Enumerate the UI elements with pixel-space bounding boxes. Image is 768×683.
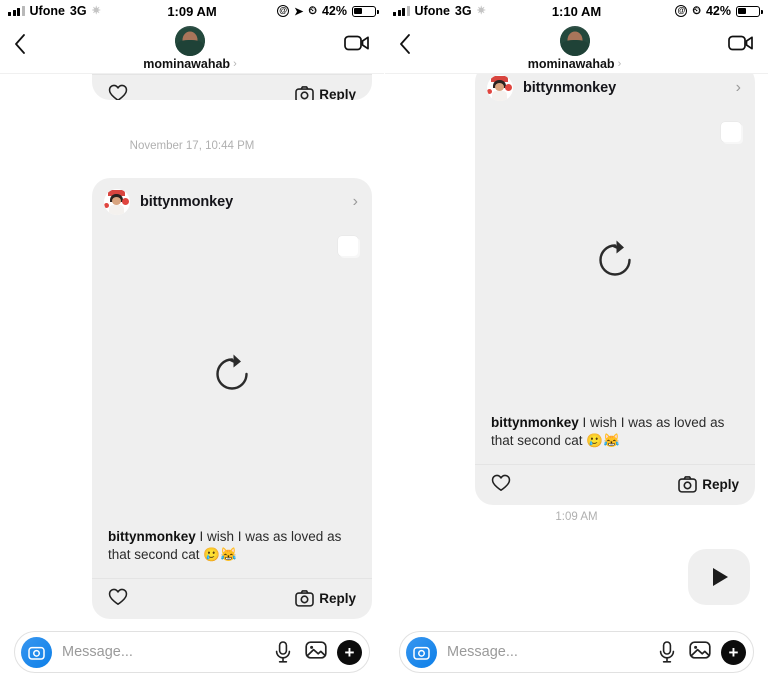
message-input[interactable]	[447, 644, 647, 660]
message-composer: +	[0, 621, 384, 683]
message-feed[interactable]: bittynmonkey › bittynmonkey I wish I was…	[385, 74, 768, 621]
post-author-avatar[interactable]	[487, 75, 513, 101]
video-camera-icon[interactable]	[340, 26, 370, 52]
phone-screen-left: Ufone 3G ✷ 1:09 AM @ ➤ ⏲ 42% mominawahab…	[0, 0, 384, 683]
post-actions: Reply	[92, 578, 372, 619]
message-timestamp: 1:09 AM	[555, 511, 598, 523]
reload-icon[interactable]	[593, 238, 637, 282]
message-timestamp: November 17, 10:44 PM	[129, 140, 255, 152]
post-caption: bittynmonkey I wish I was as loved as th…	[475, 410, 755, 464]
previous-post-card-partial[interactable]: Reply	[92, 74, 372, 100]
video-message-bubble[interactable]	[688, 549, 750, 605]
avatar[interactable]	[175, 26, 205, 56]
conversation-title[interactable]: mominawahab ›	[40, 26, 340, 71]
camera-icon	[295, 85, 315, 100]
post-author-avatar[interactable]	[104, 189, 130, 215]
composer-pill[interactable]: +	[399, 631, 754, 673]
chevron-right-icon: ›	[617, 58, 622, 70]
status-bar-clock: 1:09 AM	[167, 3, 217, 19]
username-row[interactable]: mominawahab ›	[143, 57, 237, 71]
heart-icon[interactable]	[108, 588, 128, 608]
caption-author: bittynmonkey	[491, 415, 579, 430]
add-button[interactable]: +	[337, 639, 362, 665]
play-icon[interactable]	[713, 568, 728, 586]
status-bar: Ufone 3G ✷ 1:09 AM @ ➤ ⏲ 42%	[0, 0, 384, 22]
message-composer: +	[385, 621, 768, 683]
chevron-right-icon[interactable]: ›	[353, 193, 360, 211]
battery-icon	[736, 5, 763, 17]
dual-screenshot-container: Ufone 3G ✷ 1:09 AM @ ➤ ⏲ 42% mominawahab…	[0, 0, 768, 683]
chevron-right-icon[interactable]: ›	[736, 79, 743, 97]
username-row[interactable]: mominawahab ›	[528, 57, 622, 71]
photo-icon[interactable]	[689, 640, 711, 664]
navigation-bar: mominawahab ›	[385, 22, 768, 74]
post-actions: Reply	[92, 74, 372, 100]
reply-label: Reply	[319, 86, 356, 101]
microphone-icon[interactable]	[273, 640, 295, 664]
battery-icon	[352, 5, 379, 17]
microphone-icon[interactable]	[657, 640, 679, 664]
reply-button[interactable]: Reply	[295, 590, 356, 607]
white-square-button[interactable]	[338, 236, 358, 256]
reply-button[interactable]: Reply	[678, 476, 739, 493]
reload-icon[interactable]	[210, 352, 254, 396]
reply-label: Reply	[319, 590, 356, 606]
heart-icon[interactable]	[491, 474, 511, 494]
camera-icon	[678, 476, 698, 493]
navigation-bar: mominawahab ›	[0, 22, 384, 74]
shared-post-card[interactable]: bittynmonkey › bittynmonkey I wish I was…	[92, 178, 372, 620]
message-input[interactable]	[62, 644, 263, 660]
back-chevron-icon[interactable]	[399, 26, 425, 59]
phone-screen-right: Ufone 3G ✷ 1:10 AM @ ⏲ 42% mominawahab ›…	[384, 0, 768, 683]
white-square-button[interactable]	[721, 122, 741, 142]
photo-icon[interactable]	[305, 640, 327, 664]
status-bar-clock: 1:10 AM	[551, 3, 602, 19]
post-caption: bittynmonkey I wish I was as loved as th…	[92, 524, 372, 578]
avatar[interactable]	[559, 26, 590, 56]
post-author-name: bittynmonkey	[140, 194, 234, 210]
post-header[interactable]: bittynmonkey ›	[92, 178, 372, 224]
post-actions: Reply	[475, 464, 755, 505]
message-feed[interactable]: Reply November 17, 10:44 PM bittynmonkey…	[0, 74, 384, 621]
post-header[interactable]: bittynmonkey ›	[475, 74, 755, 110]
back-chevron-icon[interactable]	[14, 26, 40, 59]
camera-icon[interactable]	[21, 636, 52, 668]
username-label: mominawahab	[527, 57, 615, 71]
shared-post-card[interactable]: bittynmonkey › bittynmonkey I wish I was…	[475, 74, 755, 506]
caption-author: bittynmonkey	[108, 529, 196, 544]
composer-pill[interactable]: +	[14, 631, 370, 673]
heart-icon[interactable]	[108, 84, 128, 100]
add-button[interactable]: +	[721, 639, 746, 665]
reply-label: Reply	[702, 476, 739, 492]
chevron-right-icon: ›	[233, 58, 237, 70]
conversation-title[interactable]: mominawahab ›	[425, 26, 724, 71]
reply-button[interactable]: Reply	[295, 85, 356, 101]
status-bar: Ufone 3G ✷ 1:10 AM @ ⏲ 42%	[385, 0, 768, 22]
video-camera-icon[interactable]	[724, 26, 754, 52]
post-media[interactable]	[475, 110, 755, 410]
post-author-name: bittynmonkey	[523, 80, 617, 96]
camera-icon	[295, 590, 315, 607]
post-media[interactable]	[92, 224, 372, 524]
username-label: mominawahab	[143, 57, 231, 71]
camera-icon[interactable]	[406, 636, 437, 668]
